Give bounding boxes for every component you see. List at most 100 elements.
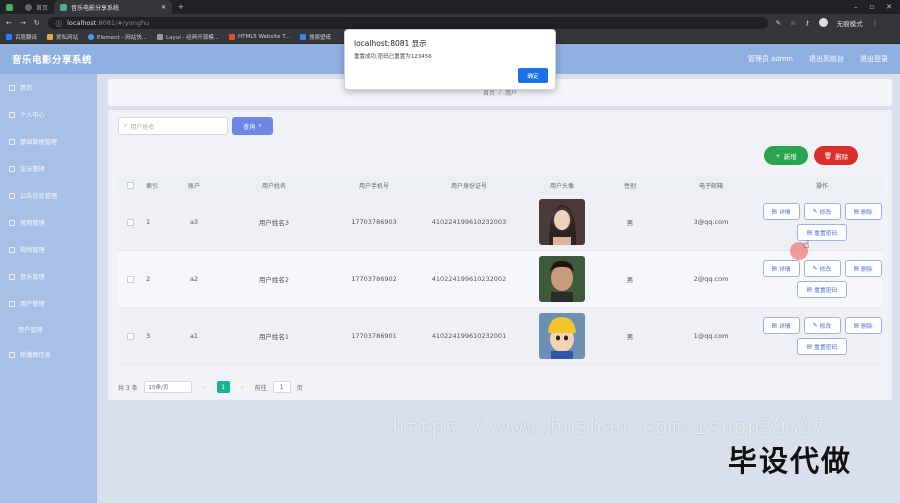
- close-icon[interactable]: ✕: [161, 4, 166, 11]
- cell-avatar: [524, 256, 600, 302]
- column-header: 账户: [187, 182, 200, 190]
- batch-delete-button[interactable]: 🗑 删除: [814, 146, 858, 165]
- cell-index: 3: [146, 332, 151, 340]
- key-icon[interactable]: ⚷: [805, 19, 810, 27]
- edit-icon[interactable]: ✎: [776, 19, 781, 27]
- dialog-message: 重置成功,密码已重置为123456: [354, 54, 432, 60]
- edit-icon: ✎: [812, 322, 818, 329]
- sidebar-item-label: 视频管理: [20, 247, 45, 254]
- search-input[interactable]: ⌕ 用户姓名: [118, 117, 228, 135]
- tab-label: 音乐电影分享系统: [71, 4, 120, 12]
- trash-icon: ▤: [853, 265, 859, 272]
- star-icon[interactable]: ☆: [790, 19, 796, 27]
- sidebar-item-forum[interactable]: 论坛管理: [0, 155, 97, 182]
- sidebar-item-home[interactable]: 首页: [0, 74, 97, 101]
- browser-tab-blank[interactable]: [0, 0, 19, 14]
- prev-page-button[interactable]: ‹: [197, 381, 211, 393]
- goto-page-input[interactable]: 1: [272, 381, 291, 393]
- tab-label: 首页: [36, 4, 49, 12]
- delete-button[interactable]: ▤ 删除: [844, 203, 882, 220]
- delete-button[interactable]: ▤ 删除: [844, 260, 882, 277]
- add-button[interactable]: + 新增: [764, 146, 808, 165]
- bookmark-item[interactable]: HTML5 Website T...: [228, 34, 290, 40]
- close-window-icon[interactable]: ✕: [886, 3, 892, 11]
- bookmark-item[interactable]: Layui - 经典开源模...: [157, 33, 219, 41]
- to-frontend-link[interactable]: 退出到前台: [809, 54, 844, 64]
- bookmark-icon: [88, 34, 95, 40]
- trash-icon: ▤: [853, 208, 859, 215]
- maximize-icon[interactable]: ▫: [869, 3, 874, 11]
- next-page-button[interactable]: ›: [235, 381, 249, 393]
- sidebar-item-carousel[interactable]: 轮播图信息: [0, 341, 97, 368]
- edit-button[interactable]: ✎ 修改: [803, 260, 841, 277]
- bookmark-icon: [300, 34, 307, 40]
- page-size-select[interactable]: 10条/页: [143, 381, 192, 393]
- incognito-avatar[interactable]: [818, 18, 828, 27]
- new-tab-icon[interactable]: +: [172, 3, 190, 11]
- menu-icon[interactable]: ⋮: [872, 19, 879, 27]
- watermark-text: 毕设代做: [728, 444, 853, 478]
- goto-label: 前往: [254, 384, 267, 392]
- reload-icon[interactable]: ↻: [34, 19, 40, 27]
- minimize-icon[interactable]: –: [854, 3, 858, 11]
- image-icon: [9, 351, 15, 358]
- bookmark-item[interactable]: Element - 网站快...: [88, 33, 147, 41]
- cell-actions: ▤ 详情 ✎ 修改 ▤ 删除 ▤ 重置密码: [762, 317, 882, 355]
- browser-tab-home[interactable]: 首页: [19, 0, 54, 14]
- audio-icon: [9, 219, 15, 226]
- trash-icon: 🗑: [823, 151, 833, 160]
- cell-email: 2@qq.com: [693, 275, 729, 283]
- bookmark-item[interactable]: 百度翻译: [6, 33, 37, 41]
- delete-label: 删除: [860, 324, 873, 330]
- page-number-current[interactable]: 1: [216, 381, 230, 393]
- edit-label: 修改: [819, 267, 832, 273]
- edit-button[interactable]: ✎ 修改: [803, 317, 841, 334]
- dialog-ok-button[interactable]: 确定: [518, 68, 548, 83]
- header-actions: 管理员 admin 退出到前台 退出登录: [748, 54, 888, 64]
- sidebar-item-audio[interactable]: 音频管理: [0, 209, 97, 236]
- bookmark-item[interactable]: 搜索壁纸: [300, 33, 331, 41]
- bookmark-item[interactable]: 爱私网站: [47, 33, 78, 41]
- bookmark-label: Element - 网站快...: [97, 35, 148, 41]
- delete-button[interactable]: ▤ 删除: [844, 317, 882, 334]
- browser-tab-active[interactable]: 音乐电影分享系统 ✕: [54, 0, 173, 14]
- sidebar-item-base-data[interactable]: 基础数据管理: [0, 128, 97, 155]
- logout-link[interactable]: 退出登录: [860, 54, 888, 64]
- avatar[interactable]: [539, 199, 585, 245]
- back-icon[interactable]: ←: [6, 19, 12, 27]
- data-icon: [9, 138, 15, 145]
- tab-favicon: [6, 3, 13, 11]
- app-title: 音乐电影分享系统: [12, 55, 93, 66]
- reset-password-button[interactable]: ▤ 重置密码: [797, 338, 847, 355]
- cell-name: 用户姓名2: [258, 276, 290, 284]
- forward-icon[interactable]: →: [20, 19, 26, 27]
- sidebar-item-video[interactable]: 视频管理: [0, 236, 97, 263]
- edit-button[interactable]: ✎ 修改: [803, 203, 841, 220]
- sidebar-item-notice[interactable]: 公告信息管理: [0, 182, 97, 209]
- reset-password-button[interactable]: ▤ 重置密码: [797, 281, 847, 298]
- sidebar-item-users[interactable]: 用户管理: [0, 290, 97, 317]
- sidebar-item-profile[interactable]: 个人中心: [0, 101, 97, 128]
- cell-account: a3: [189, 218, 199, 226]
- url-field[interactable]: ⓘ localhost:8081/#/yonghu: [47, 16, 768, 29]
- avatar[interactable]: [539, 313, 585, 359]
- sidebar-item-music[interactable]: 音乐管理: [0, 263, 97, 290]
- bookmark-label: Layui - 经典开源模...: [166, 35, 219, 41]
- goto-suffix: 页: [296, 384, 303, 392]
- sidebar-subitem-user-manage[interactable]: 用户管理: [0, 317, 97, 341]
- doc-icon: ▤: [771, 208, 777, 215]
- cell-idcard: 410224199610232003: [431, 218, 507, 226]
- cell-email: 1@qq.com: [693, 332, 729, 340]
- detail-button[interactable]: ▤ 详情: [762, 260, 800, 277]
- row-checkbox[interactable]: [118, 332, 142, 340]
- row-checkbox[interactable]: [118, 218, 142, 226]
- cell-account: a1: [189, 332, 199, 340]
- select-all-checkbox[interactable]: [118, 181, 142, 189]
- search-button[interactable]: 查询 ⌕: [232, 117, 273, 135]
- cell-idcard: 410224199610232002: [431, 275, 507, 283]
- avatar[interactable]: [539, 256, 585, 302]
- row-checkbox[interactable]: [118, 275, 142, 283]
- detail-button[interactable]: ▤ 详情: [762, 317, 800, 334]
- detail-label: 详情: [778, 210, 791, 216]
- detail-button[interactable]: ▤ 详情: [762, 203, 800, 220]
